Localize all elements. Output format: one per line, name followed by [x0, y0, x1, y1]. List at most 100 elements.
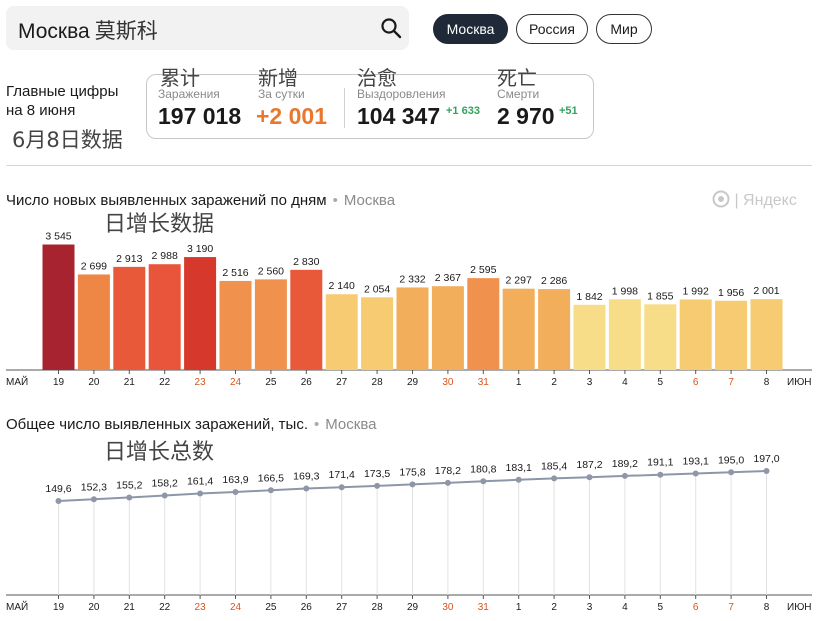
line-tick-label: 23 — [195, 602, 207, 613]
bar-value-label: 1 855 — [647, 290, 673, 302]
bar — [679, 299, 712, 370]
line-point — [303, 485, 310, 492]
search-bar[interactable]: Москва 莫斯科 — [6, 6, 409, 50]
bar-value-label: 2 054 — [364, 283, 390, 295]
bar — [573, 304, 606, 370]
line-value-label: 166,5 — [258, 472, 284, 484]
line-month-end-label: ИЮН — [787, 602, 812, 613]
line-tick-label: 31 — [478, 602, 490, 613]
bar — [715, 300, 748, 370]
line-value-label: 185,4 — [541, 460, 567, 472]
bar — [290, 269, 323, 370]
line-value-label: 195,0 — [718, 454, 744, 466]
line-point — [551, 475, 558, 482]
bar — [538, 289, 571, 370]
tab-russia[interactable]: Россия — [516, 14, 588, 44]
bar-value-label: 2 988 — [152, 250, 178, 262]
line-tick-label: 21 — [124, 602, 136, 613]
bar-value-label: 1 992 — [683, 285, 709, 297]
line-tick-label: 27 — [336, 602, 348, 613]
line-point — [657, 471, 664, 478]
bar — [431, 286, 464, 370]
line-point — [621, 472, 628, 479]
bar-value-label: 2 699 — [81, 260, 107, 272]
bar-value-label: 2 297 — [506, 275, 532, 287]
line-month-start-label: МАЙ — [6, 600, 28, 613]
line-tick-label: 29 — [407, 602, 419, 613]
line-tick-label: 22 — [159, 602, 171, 613]
bar — [502, 288, 535, 370]
bar-month-end-label: ИЮН — [787, 377, 812, 388]
bar-tick-label: 26 — [301, 377, 313, 388]
bar-value-label: 1 956 — [718, 287, 744, 299]
bar-tick-label: 23 — [195, 377, 207, 388]
line-value-label: 191,1 — [647, 457, 673, 469]
line-value-label: 155,2 — [116, 479, 142, 491]
line-tick-label: 24 — [230, 602, 242, 613]
bar — [113, 266, 146, 370]
bar-tick-label: 2 — [551, 377, 557, 388]
total-line-chart: 149,619152,320155,221158,222161,423163,9… — [6, 453, 812, 613]
bar-tick-label: 3 — [587, 377, 593, 388]
search-input[interactable]: Москва 莫斯科 — [18, 15, 158, 45]
bar — [219, 280, 252, 370]
search-annotation: 莫斯科 — [94, 19, 158, 43]
bar-tick-label: 5 — [658, 377, 664, 388]
stat-deaths-label: Смерти — [497, 87, 540, 101]
bar — [396, 287, 429, 370]
bar-tick-label: 1 — [516, 377, 522, 388]
line-point — [444, 479, 451, 486]
line-tick-label: 19 — [53, 602, 65, 613]
stat-recovered-label: Выздоровления — [357, 87, 446, 101]
line-point — [232, 488, 239, 495]
bar-tick-label: 6 — [693, 377, 699, 388]
line-point — [338, 484, 345, 491]
line-tick-label: 8 — [764, 602, 770, 613]
stat-deaths-delta: +51 — [559, 105, 578, 117]
line-point — [763, 468, 770, 474]
bar — [608, 299, 641, 370]
line-value-label: 163,9 — [222, 474, 248, 486]
line-value-label: 178,2 — [435, 465, 461, 477]
line-value-label: 149,6 — [45, 483, 71, 495]
bar-tick-label: 19 — [53, 377, 65, 388]
line-value-label: 175,8 — [399, 466, 425, 478]
line-value-label: 197,0 — [753, 453, 779, 465]
line-point — [55, 498, 62, 504]
bar — [467, 278, 500, 370]
line-point — [374, 482, 381, 489]
summary-annotation: 6月8日数据 — [12, 128, 123, 152]
section-divider — [6, 165, 812, 166]
bar-month-start-label: МАЙ — [6, 375, 28, 388]
line-point — [409, 481, 416, 488]
bar-value-label: 2 140 — [329, 280, 355, 292]
bar-value-label: 2 332 — [399, 273, 425, 285]
line-tick-label: 3 — [587, 602, 593, 613]
stat-recovered-delta: +1 633 — [446, 105, 480, 117]
total-chart-title: Общее число выявленных заражений, тыс. • М… — [6, 416, 377, 433]
daily-bar-chart: 3 545192 699202 913212 988223 190232 516… — [6, 231, 812, 388]
summary-title: Главные цифры на 8 июня — [6, 83, 119, 119]
line-point — [161, 492, 168, 499]
line-tick-label: 20 — [88, 602, 100, 613]
bar-tick-label: 30 — [442, 377, 454, 388]
line-value-label: 193,1 — [683, 455, 709, 467]
search-value: Москва — [18, 20, 90, 43]
line-value-label: 169,3 — [293, 471, 319, 483]
bar-tick-label: 25 — [265, 377, 277, 388]
bar-tick-label: 21 — [124, 377, 136, 388]
tab-moscow[interactable]: Москва — [433, 14, 508, 44]
tab-world[interactable]: Мир — [596, 14, 652, 44]
line-value-label: 152,3 — [81, 481, 107, 493]
line-tick-label: 6 — [693, 602, 699, 613]
bar-value-label: 2 913 — [116, 253, 142, 265]
line-point — [480, 478, 487, 485]
line-point — [586, 474, 593, 481]
bar-value-label: 1 842 — [576, 291, 602, 303]
search-icon[interactable] — [380, 17, 402, 39]
line-value-label: 189,2 — [612, 458, 638, 470]
bar — [750, 299, 783, 370]
bar-tick-label: 27 — [336, 377, 348, 388]
bar-value-label: 3 545 — [45, 231, 71, 243]
line-point — [267, 487, 274, 494]
